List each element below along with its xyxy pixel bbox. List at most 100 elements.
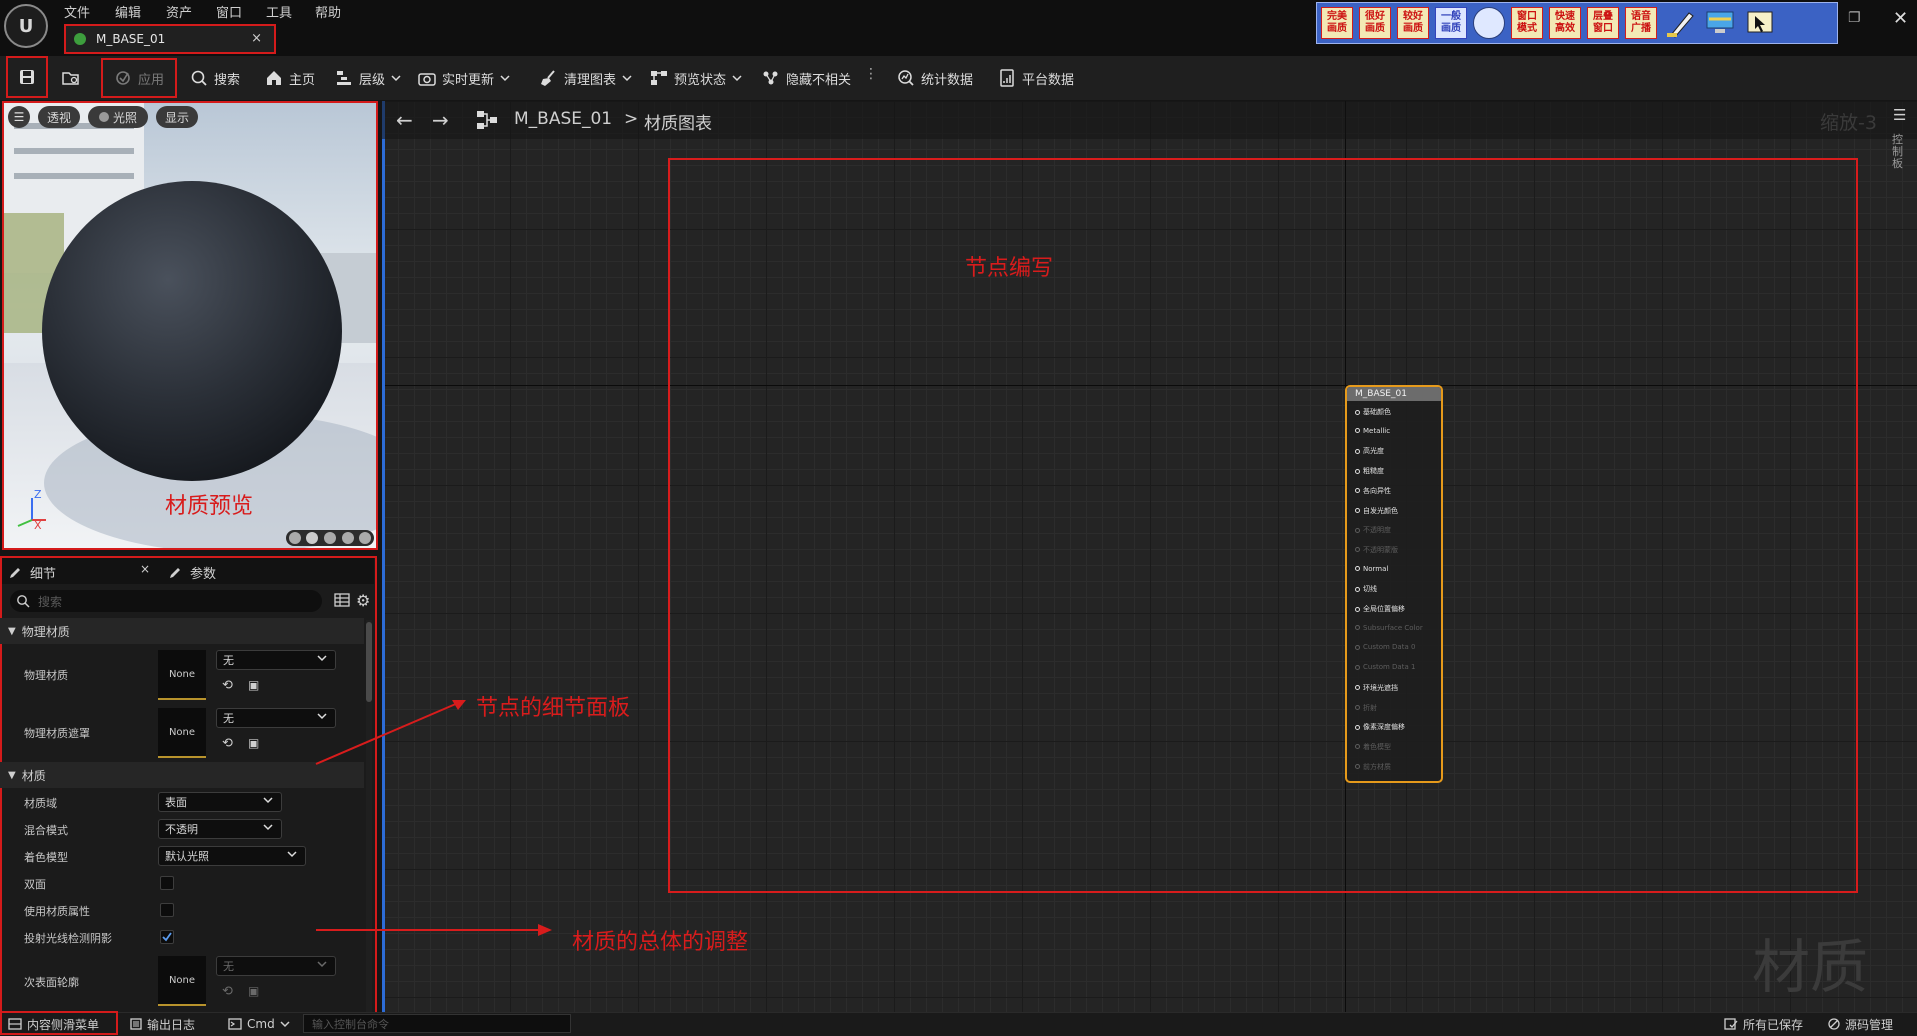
pin-circle-icon[interactable] <box>1355 724 1360 730</box>
pin-circle-icon[interactable] <box>1355 547 1360 553</box>
browse-asset-button[interactable] <box>56 56 86 100</box>
plane-mesh-icon[interactable] <box>323 532 336 544</box>
console-input[interactable]: 输入控制台命令 <box>303 1014 571 1033</box>
pin-circle-icon[interactable] <box>1355 508 1360 513</box>
node-pin[interactable]: Custom Data 0 <box>1355 643 1415 651</box>
toolbar-more-icon[interactable]: ⋮ <box>864 66 878 82</box>
use-material-attributes-checkbox[interactable] <box>160 903 174 917</box>
blend-mode-dropdown[interactable]: 不透明 <box>158 819 282 839</box>
ray-traced-shadow-checkbox[interactable] <box>160 930 174 944</box>
pin-circle-icon[interactable] <box>1355 664 1360 670</box>
pin-circle-icon[interactable] <box>1355 488 1360 494</box>
browse-folder-icon[interactable]: ▣ <box>248 678 259 692</box>
menu-tools[interactable]: 工具 <box>266 2 292 21</box>
cmd-dropdown[interactable]: Cmd <box>228 1013 290 1035</box>
node-pin[interactable]: Normal <box>1355 565 1388 573</box>
pin-circle-icon[interactable] <box>1355 625 1360 631</box>
section-physical-material[interactable]: ▼ 物理材质 <box>0 618 364 644</box>
all-saved-button[interactable]: 所有已保存 <box>1724 1013 1803 1035</box>
pin-circle-icon[interactable] <box>1355 428 1360 434</box>
pin-circle-icon[interactable] <box>1355 744 1360 750</box>
unreal-logo-icon[interactable]: U <box>4 4 48 48</box>
apply-button[interactable]: 应用 <box>101 58 177 98</box>
hide-unrelated-button[interactable]: 隐藏不相关 <box>762 56 851 100</box>
node-pin[interactable]: 不透明蒙版 <box>1355 545 1398 555</box>
quality-perfect-button[interactable]: 完美 画质 <box>1321 7 1353 39</box>
pin-circle-icon[interactable] <box>1355 606 1360 612</box>
settings-gear-icon[interactable]: ⚙ <box>356 591 370 610</box>
tab-details[interactable]: 细节 <box>8 563 56 582</box>
window-close-icon[interactable]: ✕ <box>1893 8 1908 29</box>
phys-mat-dropdown[interactable]: 无 <box>216 650 336 670</box>
clean-graph-dropdown[interactable]: 清理图表 <box>540 56 632 100</box>
output-log-button[interactable]: 输出日志 <box>130 1013 195 1035</box>
menu-help[interactable]: 帮助 <box>315 2 341 21</box>
quality-verygood-button[interactable]: 很好 画质 <box>1359 7 1391 39</box>
menu-asset[interactable]: 资产 <box>166 2 192 21</box>
use-selected-icon[interactable]: ⟲ <box>222 678 233 693</box>
window-restore-icon[interactable]: ❐ <box>1848 10 1861 26</box>
source-control-button[interactable]: 源码管理 <box>1828 1013 1893 1035</box>
voice-broadcast-button[interactable]: 语音 广播 <box>1625 7 1657 39</box>
platform-stats-button[interactable]: 平台数据 <box>998 56 1074 100</box>
material-result-node[interactable]: M_BASE_01 基础颜色 Metallic 高光度 粗糙度 各向异性 自发光颜色 不透明… <box>1345 385 1443 783</box>
browse-folder-icon[interactable]: ▣ <box>248 984 259 998</box>
window-mode-button[interactable]: 窗口 模式 <box>1511 7 1543 39</box>
search-button[interactable]: 搜索 <box>190 56 240 100</box>
content-drawer-button[interactable]: 内容侧滑菜单 <box>8 1013 99 1035</box>
node-pin[interactable]: 不透明度 <box>1355 525 1391 535</box>
menu-window[interactable]: 窗口 <box>216 2 242 21</box>
quality-good-button[interactable]: 较好 画质 <box>1397 7 1429 39</box>
node-pin[interactable]: Custom Data 1 <box>1355 663 1415 671</box>
pin-circle-icon[interactable] <box>1355 764 1360 770</box>
quality-normal-button[interactable]: 一般 画质 <box>1435 7 1467 39</box>
brush-icon[interactable] <box>1663 7 1697 39</box>
pin-circle-icon[interactable] <box>1355 685 1360 691</box>
close-details-tab-icon[interactable]: × <box>140 562 150 576</box>
preview-state-dropdown[interactable]: 预览状态 <box>650 56 742 100</box>
node-pin[interactable]: 折射 <box>1355 703 1377 713</box>
node-pin[interactable]: Metallic <box>1355 427 1390 435</box>
menu-file[interactable]: 文件 <box>64 2 90 21</box>
node-pin[interactable]: 环境光遮挡 <box>1355 683 1398 693</box>
pin-circle-icon[interactable] <box>1355 586 1360 592</box>
material-domain-dropdown[interactable]: 表面 <box>158 792 282 812</box>
node-pin[interactable]: 全局位置偏移 <box>1355 604 1405 614</box>
two-sided-checkbox[interactable] <box>160 876 174 890</box>
node-pin[interactable]: 切线 <box>1355 584 1377 594</box>
graph-menu-icon[interactable]: ☰ <box>1893 106 1906 124</box>
node-pin[interactable]: 前方材质 <box>1355 762 1391 772</box>
node-pin[interactable]: 基础颜色 <box>1355 407 1391 417</box>
node-pin[interactable]: 高光度 <box>1355 446 1384 456</box>
breadcrumb-asset[interactable]: M_BASE_01 <box>514 109 612 129</box>
breadcrumb-graph[interactable]: 材质图表 <box>644 109 712 134</box>
disc-icon[interactable] <box>1473 7 1505 39</box>
network-computer-icon[interactable] <box>1703 7 1737 39</box>
details-search-input[interactable]: 搜索 <box>10 590 322 612</box>
document-tab[interactable]: M_BASE_01 × <box>64 24 276 54</box>
node-pin[interactable]: 各向异性 <box>1355 486 1391 496</box>
save-button[interactable] <box>6 56 48 98</box>
live-update-dropdown[interactable]: 实时更新 <box>418 56 510 100</box>
pin-circle-icon[interactable] <box>1355 527 1360 533</box>
use-selected-icon[interactable]: ⟲ <box>222 984 233 999</box>
pin-circle-icon[interactable] <box>1355 448 1360 454</box>
viewport-menu-icon[interactable]: ☰ <box>8 106 30 128</box>
pin-circle-icon[interactable] <box>1355 566 1360 572</box>
forward-arrow-icon[interactable]: → <box>432 108 449 132</box>
use-selected-icon[interactable]: ⟲ <box>222 736 233 751</box>
tab-parameters[interactable]: 参数 <box>168 563 216 582</box>
palette-side-tab[interactable]: 控制板 <box>1892 134 1906 170</box>
cylinder-mesh-icon[interactable] <box>288 532 301 544</box>
pin-circle-icon[interactable] <box>1355 705 1360 710</box>
custom-mesh-icon[interactable] <box>359 532 372 544</box>
node-pin[interactable]: 像素深度偏移 <box>1355 722 1405 732</box>
node-pin[interactable]: 粗糙度 <box>1355 466 1384 476</box>
lit-button[interactable]: 光照 <box>88 106 148 128</box>
subsurface-thumbnail[interactable]: None <box>158 956 206 1006</box>
subsurface-dropdown[interactable]: 无 <box>216 956 336 976</box>
back-arrow-icon[interactable]: ← <box>396 108 413 132</box>
shading-model-dropdown[interactable]: 默认光照 <box>158 846 306 866</box>
node-pin[interactable]: 自发光颜色 <box>1355 506 1398 516</box>
browse-folder-icon[interactable]: ▣ <box>248 736 259 750</box>
